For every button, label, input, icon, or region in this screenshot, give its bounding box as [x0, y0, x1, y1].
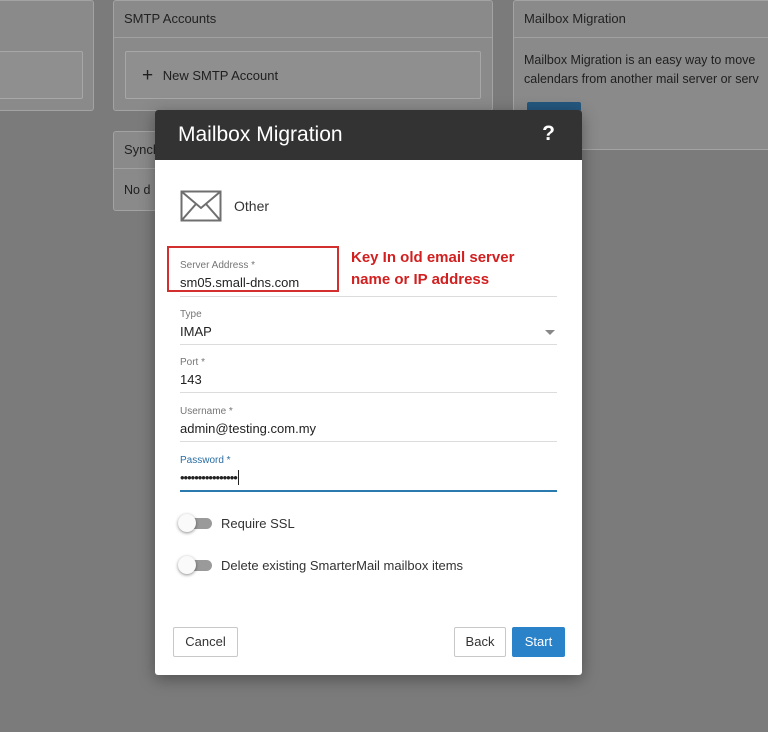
- help-icon[interactable]: ?: [542, 122, 555, 146]
- mailbox-migration-modal: Mailbox Migration ? Other Server Address…: [155, 110, 582, 675]
- type-label: Type: [180, 309, 202, 320]
- cancel-button[interactable]: Cancel: [173, 627, 238, 657]
- modal-header: Mailbox Migration ?: [155, 110, 582, 160]
- smtp-accounts-panel: SMTP Accounts + New SMTP Account: [113, 0, 493, 111]
- server-address-highlight: [167, 246, 339, 292]
- annotation-callout: Key In old email server name or IP addre…: [351, 247, 514, 291]
- delete-existing-label: Delete existing SmarterMail mailbox item…: [221, 557, 464, 573]
- delete-existing-row[interactable]: Delete existing SmarterMail mailbox item…: [178, 556, 463, 574]
- annotation-line-2: name or IP address: [351, 271, 490, 288]
- password-input[interactable]: ••••••••••••••••: [180, 470, 239, 485]
- left-panel-button[interactable]: [0, 51, 83, 99]
- username-label: Username *: [180, 406, 233, 417]
- start-button[interactable]: Start: [512, 627, 565, 657]
- provider-option[interactable]: Other: [180, 190, 269, 222]
- require-ssl-toggle[interactable]: [178, 514, 212, 532]
- left-panel: [0, 0, 94, 111]
- mailbox-migration-description-2: calendars from another mail server or se…: [524, 72, 759, 86]
- mailbox-migration-description-1: Mailbox Migration is an easy way to move: [524, 53, 756, 67]
- type-select[interactable]: Type IMAP: [180, 309, 557, 345]
- plus-icon: +: [142, 64, 154, 86]
- new-smtp-account-button[interactable]: + New SMTP Account: [125, 51, 481, 99]
- password-label: Password *: [180, 455, 231, 466]
- new-smtp-account-label: New SMTP Account: [162, 67, 279, 83]
- smtp-accounts-title: SMTP Accounts: [114, 1, 492, 38]
- require-ssl-label: Require SSL: [221, 515, 295, 531]
- password-field[interactable]: Password * ••••••••••••••••: [180, 455, 557, 492]
- sync-panel-text: No d: [124, 183, 151, 197]
- username-input[interactable]: admin@testing.com.my: [180, 421, 557, 436]
- require-ssl-row[interactable]: Require SSL: [178, 514, 295, 532]
- chevron-down-icon[interactable]: [545, 330, 555, 335]
- type-value[interactable]: IMAP: [180, 324, 557, 339]
- mailbox-migration-panel-title: Mailbox Migration: [514, 1, 768, 38]
- annotation-line-1: Key In old email server: [351, 249, 515, 266]
- port-field[interactable]: Port * 143: [180, 357, 557, 393]
- username-field[interactable]: Username * admin@testing.com.my: [180, 406, 557, 442]
- delete-existing-toggle[interactable]: [178, 556, 212, 574]
- port-label: Port *: [180, 357, 206, 368]
- modal-title: Mailbox Migration: [178, 123, 343, 146]
- envelope-icon: [180, 190, 222, 222]
- port-input[interactable]: 143: [180, 372, 557, 387]
- provider-label: Other: [234, 198, 270, 214]
- back-button[interactable]: Back: [454, 627, 506, 657]
